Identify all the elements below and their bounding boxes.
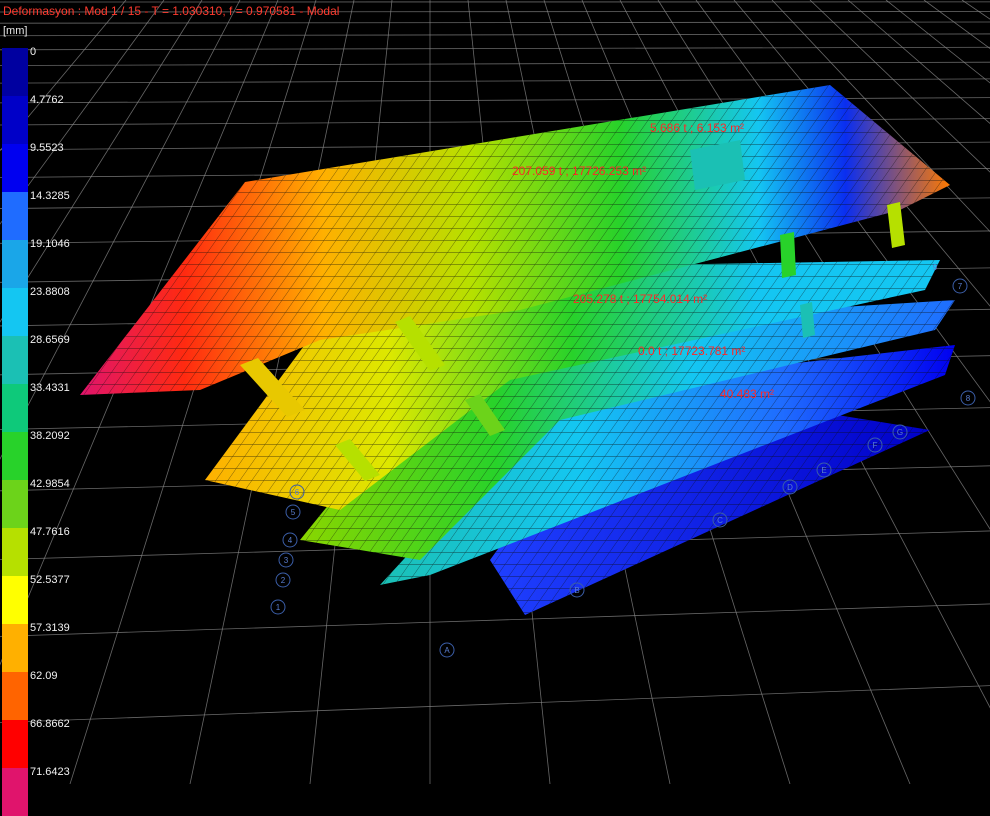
legend-tick-label: 71.6423: [30, 766, 70, 778]
axis-bubble-label: 1: [276, 603, 281, 612]
axis-bubble-label: B: [574, 586, 579, 595]
grid-line: [0, 34, 990, 36]
legend-swatch: [2, 528, 28, 576]
axis-bubble-label: D: [787, 483, 793, 492]
legend-tick-label: 52.5377: [30, 574, 70, 586]
legend-swatch: [2, 240, 28, 288]
legend-unit: [mm]: [3, 25, 27, 37]
legend-tick-label: 28.6569: [30, 334, 70, 346]
color-legend: [2, 48, 28, 784]
legend-swatch: [2, 144, 28, 192]
legend-swatch: [2, 384, 28, 432]
axis-bubble-label: 5: [291, 508, 296, 517]
axis-bubble-label: 4: [288, 536, 293, 545]
legend-tick-label: 38.2092: [30, 430, 70, 442]
axis-bubble-label: E: [821, 466, 826, 475]
legend-swatch: [2, 48, 28, 96]
legend-tick-label: 47.7616: [30, 526, 70, 538]
axis-bubble-label: 6: [295, 488, 300, 497]
axis-bubble-label: C: [717, 516, 723, 525]
grid-line: [924, 0, 990, 784]
legend-swatch: [2, 336, 28, 384]
legend-tick-label: 42.9854: [30, 478, 70, 490]
legend-swatch: [2, 480, 28, 528]
label-5: 40.483 m²: [720, 387, 774, 401]
grid-line: [962, 0, 990, 784]
axis-bubble-label: 2: [281, 576, 286, 585]
axis-bubble-label: 8: [966, 394, 971, 403]
legend-tick-label: 4.7762: [30, 94, 64, 106]
legend-tick-label: 9.5523: [30, 142, 64, 154]
label-1: 5.686 t ; 6.153 m²: [650, 121, 744, 135]
legend-tick-label: 66.8662: [30, 718, 70, 730]
model-viewport[interactable]: A B C D E F G 1 2 3 4 5 6 7 8 9 5.686 t ; 6.153 m² 207.…: [0, 0, 990, 784]
axis-bubble-label: 7: [958, 282, 963, 291]
axis-bubble-label: F: [873, 441, 878, 450]
result-title: Deformasyon : Mod 1 / 15 - T = 1.030310,…: [3, 4, 339, 18]
legend-tick-label: 57.3139: [30, 622, 70, 634]
legend-swatch: [2, 192, 28, 240]
grid-line: [0, 79, 990, 83]
axis-bubble-label: 9: [933, 263, 938, 272]
grid-line: [0, 47, 990, 50]
legend-tick-label: 19.1046: [30, 238, 70, 250]
legend-swatch: [2, 576, 28, 624]
grid-line: [886, 0, 990, 784]
grid-line: [0, 62, 990, 65]
legend-tick-label: 14.3285: [30, 190, 70, 202]
grid-line: [0, 686, 990, 723]
label-3: 205.278 t ; 17754.014 m²: [573, 292, 707, 306]
legend-tick-label: 33.4331: [30, 382, 70, 394]
legend-swatch: [2, 720, 28, 768]
legend-swatch: [2, 432, 28, 480]
legend-swatch: [2, 672, 28, 720]
legend-swatch: [2, 768, 28, 816]
label-2: 207.059 t ; 17726.253 m²: [512, 164, 646, 178]
grid-line: [0, 22, 990, 23]
axis-bubble-label: 3: [284, 556, 289, 565]
legend-swatch: [2, 96, 28, 144]
label-4: 0.0 t ; 17723.781 m²: [638, 344, 745, 358]
legend-swatch: [2, 624, 28, 672]
legend-tick-label: 62.09: [30, 670, 58, 682]
legend-tick-label: 23.8808: [30, 286, 70, 298]
legend-swatch: [2, 288, 28, 336]
legend-tick-label: 0: [30, 46, 36, 58]
axis-bubble-label: G: [897, 428, 903, 437]
axis-bubble-label: A: [444, 646, 450, 655]
